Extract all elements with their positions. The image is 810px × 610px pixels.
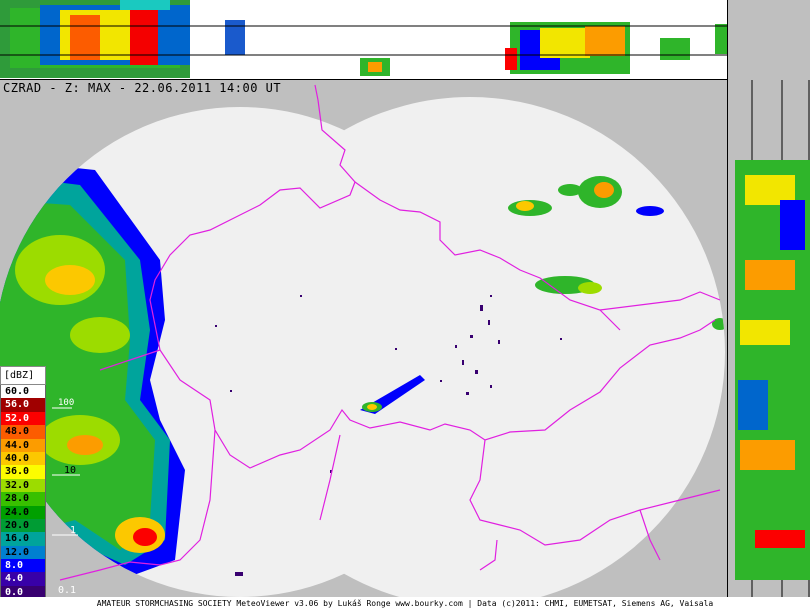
legend-cell: 24.0 (0, 505, 46, 519)
legend-cell: 28.0 (0, 492, 46, 506)
legend-cell: 20.0 (0, 518, 46, 533)
legend-cell: 44.0 (0, 438, 46, 452)
legend-cell: 4.0 (0, 572, 46, 586)
dbz-legend: [dBZ] 60.0 56.0 52.0 48.0 44.0 40.0 36.0 32.0 28… (0, 366, 46, 600)
legend-cell: 16.0 (0, 532, 46, 546)
legend-cell: 40.0 (0, 451, 46, 466)
legend-cell: 36.0 (0, 465, 46, 479)
radar-coverage (0, 84, 727, 597)
side-cross-section-panel (727, 0, 810, 597)
legend-cell: 12.0 (0, 545, 46, 560)
footer-credits: AMATEUR STORMCHASING SOCIETY MeteoViewer… (0, 597, 810, 610)
scale-label-100: 100 (58, 398, 75, 408)
scale-label-10: 10 (64, 465, 77, 476)
legend-cells: 60.0 56.0 52.0 48.0 44.0 40.0 36.0 32.0 28.0 24.0… (0, 385, 46, 600)
scale-label-01: 0.1 (58, 585, 77, 596)
legend-cell: 56.0 (0, 398, 46, 412)
legend-cell: 8.0 (0, 559, 46, 573)
scale-label-1: 1 (70, 525, 77, 536)
legend-unit: [dBZ] (0, 366, 46, 385)
legend-cell: 48.0 (0, 425, 46, 439)
legend-cell: 32.0 (0, 478, 46, 493)
map-title: CZRAD - Z: MAX - 22.06.2011 14:00 UT (3, 81, 282, 95)
legend-cell: 60.0 (0, 385, 46, 399)
legend-cell: 52.0 (0, 411, 46, 426)
top-cross-section-panel (0, 0, 810, 80)
